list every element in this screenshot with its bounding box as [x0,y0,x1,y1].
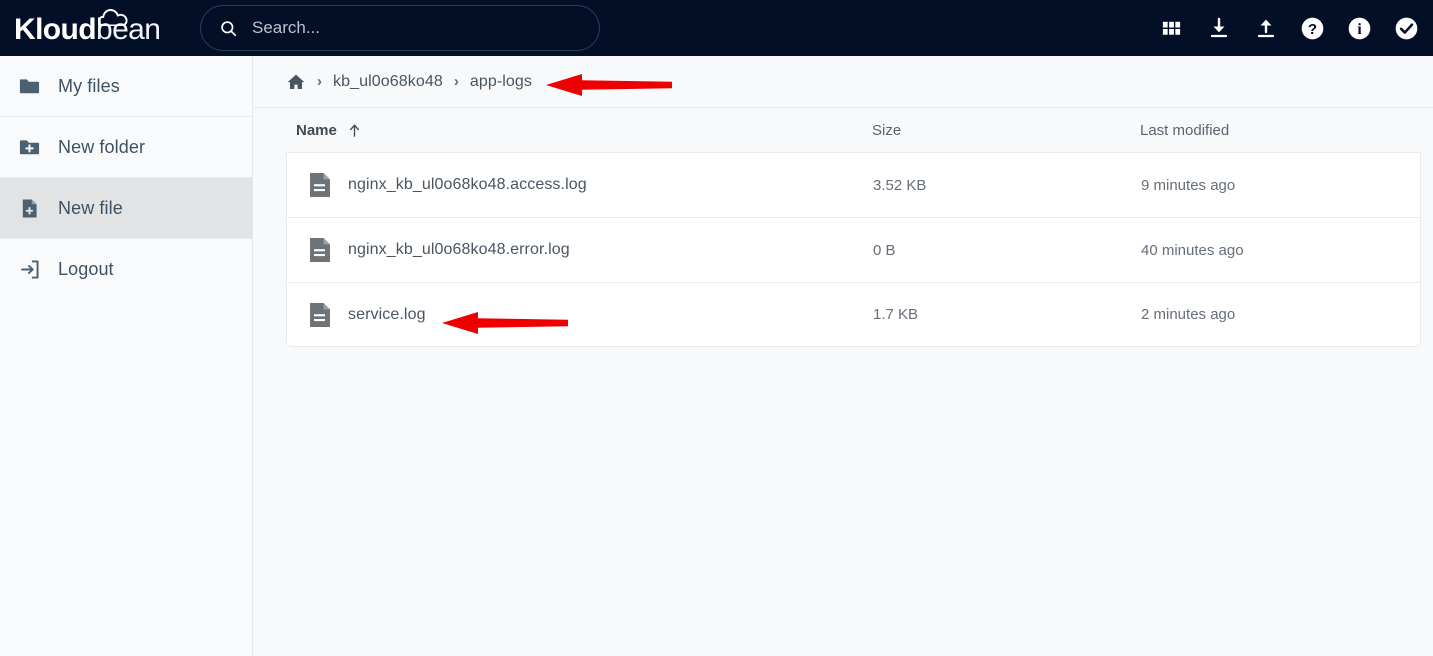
folder-icon [16,73,42,99]
column-header-last-modified[interactable]: Last modified [1140,122,1421,139]
column-header-name[interactable]: Name [286,122,872,139]
sidebar-item-label: Logout [58,259,114,279]
search-input[interactable] [252,18,581,38]
file-icon [310,238,330,262]
file-icon [310,302,330,327]
search-icon [221,20,237,36]
breadcrumb-separator: › [453,73,459,90]
table-row[interactable]: service.log 1.7 KB 2 minutes ago [286,282,1421,347]
svg-text:?: ? [1308,20,1317,37]
logout-icon [16,257,42,283]
sidebar-item-new-file[interactable]: New file [0,178,252,239]
info-icon[interactable]: i [1347,16,1372,41]
upload-icon[interactable] [1253,16,1278,41]
breadcrumb: › kb_ul0o68ko48 › app-logs [254,56,1433,108]
kloudbean-logo[interactable]: Kloudbean [14,8,172,48]
sidebar-navigation: My files New folder New file Logout [0,56,253,656]
column-header-size[interactable]: Size [872,122,1140,139]
file-modified-cell: 2 minutes ago [1141,306,1236,323]
file-plus-icon [16,195,42,221]
file-name-label: service.log [348,305,426,323]
breadcrumb-item-app-logs[interactable]: app-logs [470,73,532,91]
file-name-label: nginx_kb_ul0o68ko48.error.log [348,241,570,258]
top-header-bar: Kloudbean Search... ? i [0,0,1433,56]
file-name-cell: service.log [287,302,873,328]
header-actions: ? i [1159,16,1419,41]
file-size-cell: 3.52 KB [873,176,927,194]
home-icon[interactable] [286,72,306,92]
sidebar-item-label: My files [58,75,120,96]
svg-text:i: i [1357,21,1362,38]
table-row[interactable]: nginx_kb_ul0o68ko48.error.log 0 B 40 min… [286,217,1421,282]
sidebar-item-my-files[interactable]: My files [0,56,252,117]
file-size-cell: 1.7 KB [873,306,919,323]
sidebar-item-label: New file [58,197,123,218]
column-header-name-label: Name [296,121,337,139]
sidebar-item-new-folder[interactable]: New folder [0,117,252,178]
file-name-label: nginx_kb_ul0o68ko48.access.log [348,176,587,193]
apps-grid-icon[interactable] [1159,16,1184,41]
check-circle-icon[interactable] [1394,16,1419,41]
file-list-table: Name Size Last modified nginx_kb_ul0o68k… [254,108,1433,347]
breadcrumb-separator: › [317,73,322,90]
search-bar[interactable] [200,5,600,51]
folder-plus-icon [16,134,42,160]
logo-wordmark: Kloudbean [14,13,161,46]
breadcrumb-item-project[interactable]: kb_ul0o68ko48 [333,73,443,91]
sidebar-item-label: New folder [58,136,146,157]
sidebar-item-logout[interactable]: Logout [0,239,252,300]
help-icon[interactable]: ? [1300,16,1325,41]
table-header-row: Name Size Last modified [286,108,1421,152]
file-size-cell: 0 B [873,241,896,259]
logo-text-bold: Kloud [14,13,97,46]
logo-text-light: bean [95,13,161,46]
arrow-up-icon [349,124,359,137]
main-content-area: › kb_ul0o68ko48 › app-logs Name Size Las… [254,56,1433,656]
file-modified-cell: 40 minutes ago [1141,241,1244,259]
file-name-cell: nginx_kb_ul0o68ko48.error.log [287,237,873,263]
file-name-cell: nginx_kb_ul0o68ko48.access.log [287,172,873,198]
file-icon [310,173,330,197]
table-row[interactable]: nginx_kb_ul0o68ko48.access.log 3.52 KB 9… [286,152,1421,217]
file-modified-cell: 9 minutes ago [1141,176,1236,194]
download-icon[interactable] [1206,16,1231,41]
